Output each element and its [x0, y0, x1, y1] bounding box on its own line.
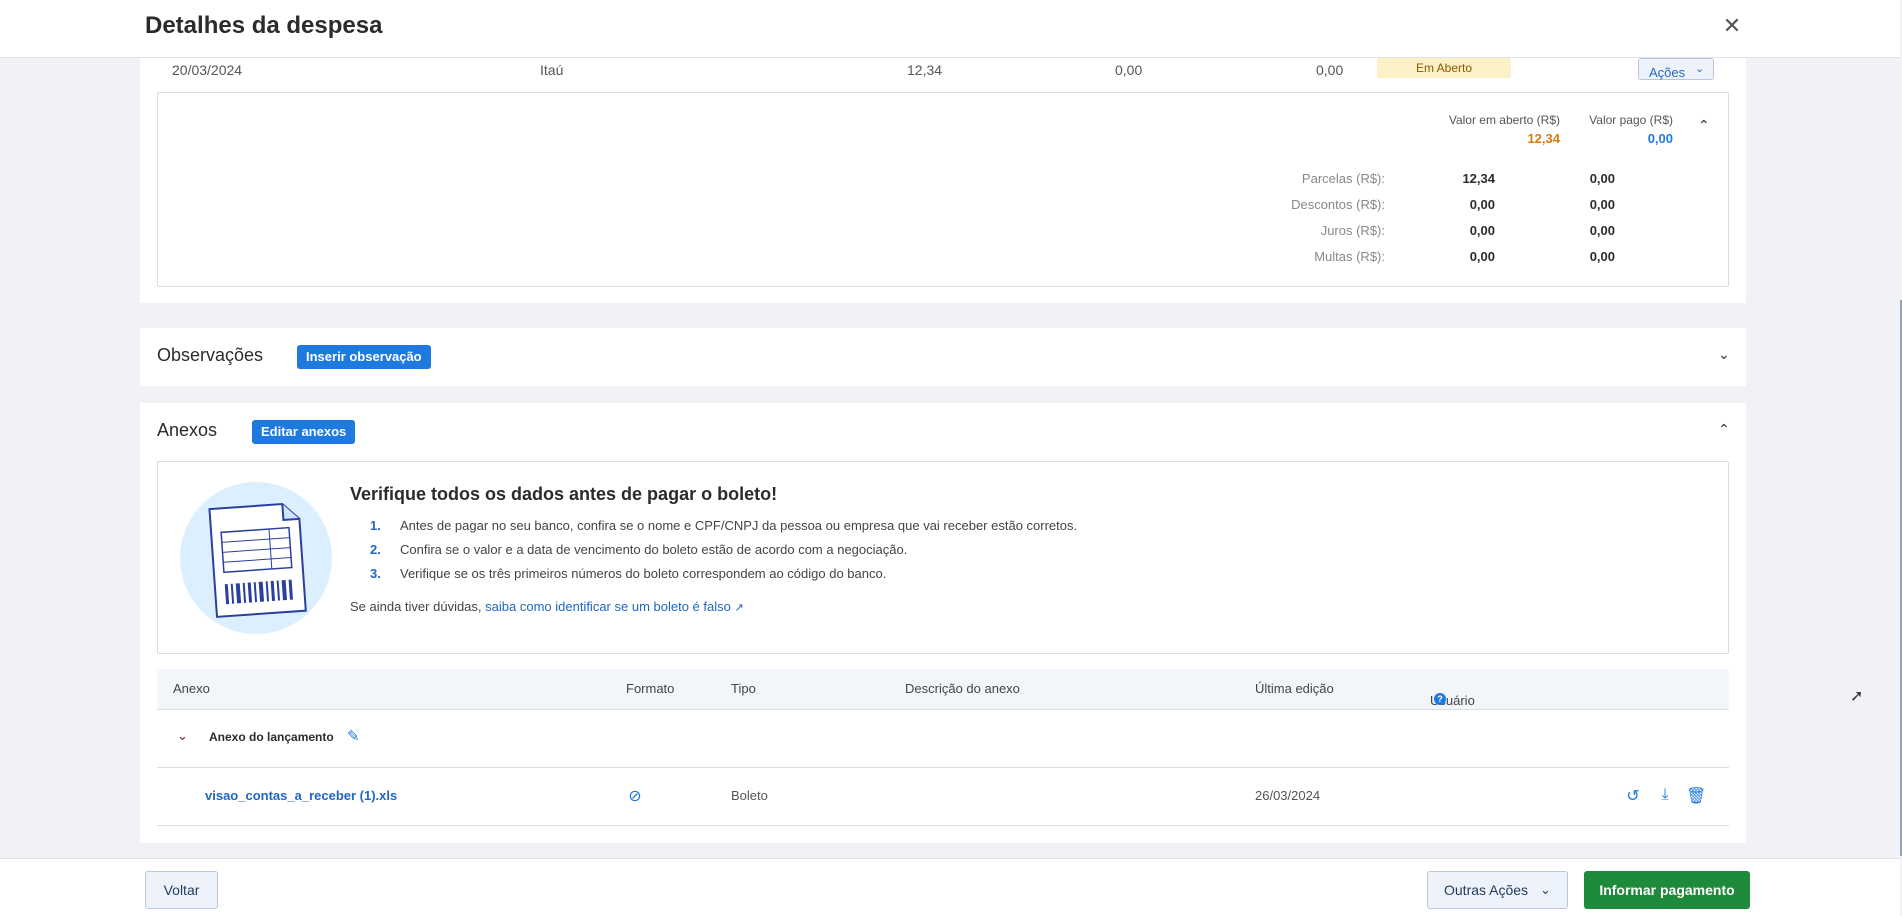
chevron-down-icon: ⌄ [1695, 63, 1705, 75]
summary-label: Juros (R$): [1320, 223, 1385, 238]
chevron-down-icon[interactable]: ⌄ [177, 728, 188, 744]
col-type: Tipo [731, 681, 756, 696]
chevron-up-icon[interactable]: ⌃ [1698, 117, 1710, 134]
chevron-down-icon: ⌄ [1540, 882, 1551, 897]
status-badge: Em Aberto [1377, 58, 1511, 78]
open-value-total: 12,34 [1527, 131, 1560, 146]
other-actions-label: Outras Ações [1444, 882, 1529, 898]
file-link[interactable]: visao_contas_a_receber (1).xls [205, 788, 397, 803]
summary-label: Multas (R$): [1314, 249, 1385, 264]
history-icon[interactable]: ↺ [1623, 786, 1643, 806]
actions-label: Ações [1649, 65, 1686, 80]
chevron-down-icon[interactable]: ⌄ [1718, 346, 1730, 363]
observations-title: Observações [157, 345, 264, 365]
boleto-warning-box: Verifique todos os dados antes de pagar … [157, 461, 1729, 654]
trash-icon[interactable]: 🗑 [1686, 786, 1706, 806]
installment-date: 20/03/2024 [172, 62, 243, 78]
summary-paid: 0,00 [1589, 223, 1615, 238]
warning-item: 1. Antes de pagar no seu banco, confira s… [370, 518, 1078, 533]
file-date: 26/03/2024 [1255, 788, 1321, 803]
warning-item: 2. Confira se o valor e a data de vencime… [370, 542, 908, 557]
edit-attachments-button[interactable]: Editar anexos [252, 420, 356, 444]
attachments-title: Anexos [157, 420, 218, 440]
summary-label: Parcelas (R$): [1301, 171, 1385, 186]
summary-open: 0,00 [1469, 249, 1495, 264]
insert-observation-button[interactable]: Inserir observação [297, 345, 431, 369]
page-title: Detalhes da despesa [145, 12, 383, 39]
warning-footer: Se ainda tiver dúvidas, saiba como ident… [350, 599, 744, 614]
help-icon[interactable]: ? [1434, 693, 1446, 705]
installment-row: 20/03/2024 Itaú 12,34 0,00 0,00 Em Abert… [140, 58, 1746, 92]
group-label: Anexo do lançamento [209, 730, 334, 744]
summary-paid: 0,00 [1589, 197, 1615, 212]
file-type: Boleto [731, 788, 768, 803]
paid-value-label: Valor pago (R$) [1589, 113, 1673, 127]
open-value-label: Valor em aberto (R$) [1448, 113, 1560, 127]
download-icon[interactable]: ⤓ [1655, 786, 1675, 806]
summary-paid: 0,00 [1589, 171, 1615, 186]
back-button[interactable]: Voltar [145, 871, 218, 909]
installment-card: 20/03/2024 Itaú 12,34 0,00 0,00 Em Abert… [140, 58, 1746, 303]
paperclip-icon: ⊘ [628, 788, 642, 805]
close-icon[interactable]: ✕ [1718, 12, 1746, 40]
warning-item: 3. Verifique se os três primeiros números… [370, 566, 887, 581]
summary-open: 0,00 [1469, 197, 1495, 212]
installment-value: 12,34 [907, 62, 943, 78]
inform-payment-button[interactable]: Informar pagamento [1584, 871, 1750, 909]
chevron-up-icon[interactable]: ⌃ [1718, 421, 1730, 438]
summary-paid: 0,00 [1589, 249, 1615, 264]
col-format: Formato [626, 681, 675, 696]
external-link-icon: ↗ [734, 602, 744, 614]
values-summary-box: Valor em aberto (R$) Valor pago (R$) 12,… [157, 92, 1729, 287]
summary-label: Descontos (R$): [1291, 197, 1385, 212]
attachment-group-row: ⌄ Anexo do lançamento ✎ [157, 710, 1729, 768]
warning-title: Verifique todos os dados antes de pagar … [350, 484, 778, 504]
edit-icon[interactable]: ✎ [347, 727, 365, 745]
col-description: Descrição do anexo [905, 681, 1020, 696]
fake-boleto-link[interactable]: saiba como identificar se um boleto é fa… [485, 599, 731, 614]
installment-bank: Itaú [540, 62, 564, 78]
mouse-cursor-icon: ➚ [1850, 688, 1864, 705]
modal-footer: Voltar Outras Ações ⌄ Informar pagamento [0, 858, 1900, 916]
attachments-card: Anexos Editar anexos ⌃ Verifique todos o… [140, 403, 1746, 843]
col-last-edit: Última edição [1255, 681, 1334, 696]
installment-value-3: 0,00 [1316, 62, 1344, 78]
table-row: visao_contas_a_receber (1).xls ⊘ Boleto … [157, 768, 1729, 826]
col-attachment: Anexo [173, 681, 210, 696]
actions-dropdown-button[interactable]: Ações ⌄ [1638, 58, 1714, 80]
modal-header: Detalhes da despesa ✕ [0, 0, 1900, 58]
observations-card: Observações Inserir observação ⌄ [140, 328, 1746, 386]
other-actions-button[interactable]: Outras Ações ⌄ [1427, 871, 1568, 909]
attachments-table-header: Anexo Formato Tipo Descrição do anexo Úl… [157, 669, 1729, 710]
installment-value-2: 0,00 [1115, 62, 1143, 78]
summary-open: 12,34 [1462, 171, 1495, 186]
paid-value-total: 0,00 [1647, 131, 1673, 146]
boleto-illustration-icon [180, 482, 332, 634]
summary-open: 0,00 [1469, 223, 1495, 238]
